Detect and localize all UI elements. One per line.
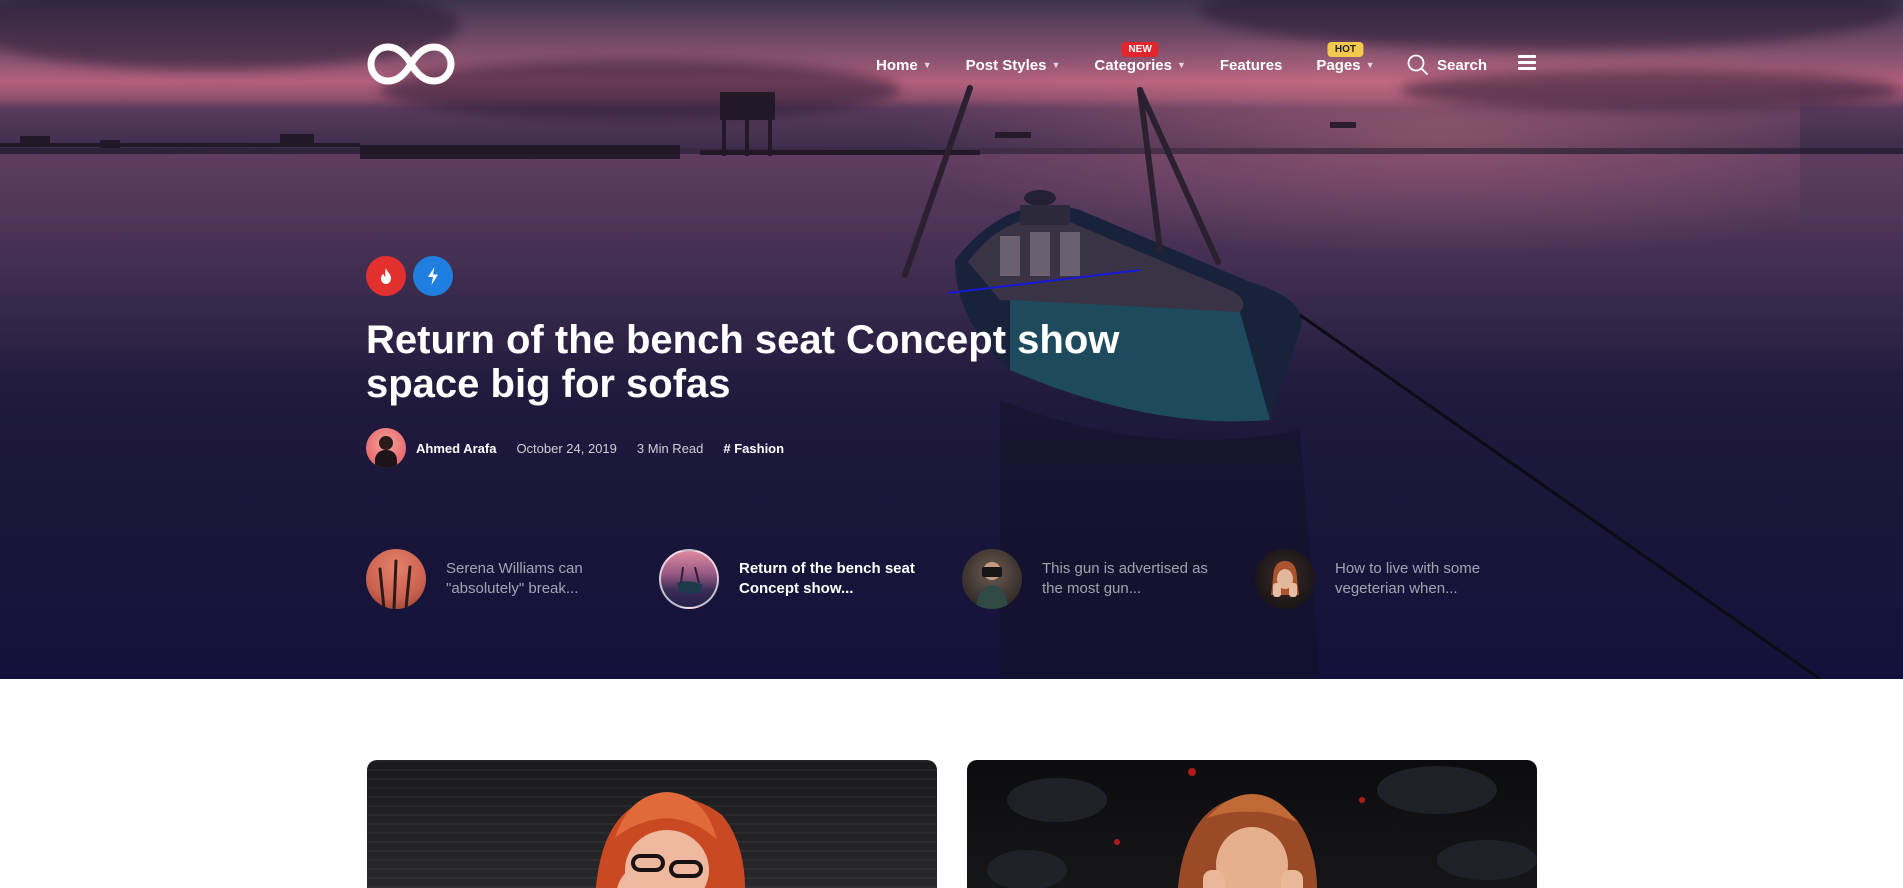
search-icon [1407,54,1428,75]
related-post-thumbnail [962,549,1022,609]
nav-item-pages[interactable]: HOT Pages ▼ [1316,41,1375,74]
hamburger-menu-icon[interactable] [1518,55,1536,71]
post-date: October 24, 2019 [516,440,617,456]
nav-item-home[interactable]: Home ▼ [876,57,932,74]
related-post-title: Serena Williams can "absolutely" break..… [446,560,583,597]
related-post-title: Return of the bench seat Concept show... [739,560,915,597]
post-card[interactable] [367,760,937,888]
infinity-logo-icon[interactable] [366,41,456,87]
related-post-item[interactable]: Return of the bench seat Concept show... [659,549,919,609]
nav-item-post-styles[interactable]: Post Styles ▼ [966,57,1061,74]
nav-item-label: Post Styles [965,56,1047,74]
lightning-icon [428,267,438,285]
author-avatar[interactable] [366,428,406,468]
card-image [595,792,746,888]
main-navigation: Home ▼ Post Styles ▼ NEW Categories ▼ Fe… [876,41,1409,76]
author-name[interactable]: Ahmed Arafa [416,441,496,456]
related-post-item[interactable]: This gun is advertised as the most gun..… [962,549,1222,609]
post-meta: Ahmed Arafa October 24, 2019 3 Min Read … [366,428,784,468]
hero-section: Home ▼ Post Styles ▼ NEW Categories ▼ Fe… [0,0,1903,679]
caret-down-icon: ▼ [922,60,932,70]
related-post-thumbnail [366,549,426,609]
caret-down-icon: ▼ [1051,60,1061,70]
search-label: Search [1437,56,1488,74]
nav-item-categories[interactable]: NEW Categories ▼ [1094,41,1186,74]
nav-item-features[interactable]: Features [1220,57,1283,74]
post-card[interactable] [967,760,1537,888]
nav-item-label: Features [1219,56,1283,74]
related-post-thumbnail [659,549,719,609]
related-posts-slider: Serena Williams can "absolutely" break..… [366,549,1538,609]
search-button[interactable]: Search [1407,54,1487,76]
trending-category-button[interactable] [366,256,406,296]
hot-badge: HOT [1327,41,1364,57]
related-post-title: This gun is advertised as the most gun..… [1042,560,1208,597]
nav-item-label: Categories [1094,56,1172,74]
hot-category-button[interactable] [413,256,453,296]
post-title[interactable]: Return of the bench seat Concept show sp… [366,318,1226,406]
related-post-item[interactable]: Serena Williams can "absolutely" break..… [366,549,626,609]
related-post-title: How to live with some vegeterian when... [1335,560,1481,597]
related-post-item[interactable]: How to live with some vegeterian when... [1255,549,1515,609]
caret-down-icon: ▼ [1365,60,1375,70]
related-post-thumbnail [1255,549,1315,609]
caret-down-icon: ▼ [1176,60,1186,70]
category-link[interactable]: # Fashion [723,441,784,456]
card-image [987,766,1537,888]
new-badge: NEW [1121,41,1159,57]
nav-item-label: Pages [1316,56,1361,74]
fire-icon [381,268,391,284]
nav-item-label: Home [876,56,918,74]
read-time: 3 Min Read [636,440,704,456]
